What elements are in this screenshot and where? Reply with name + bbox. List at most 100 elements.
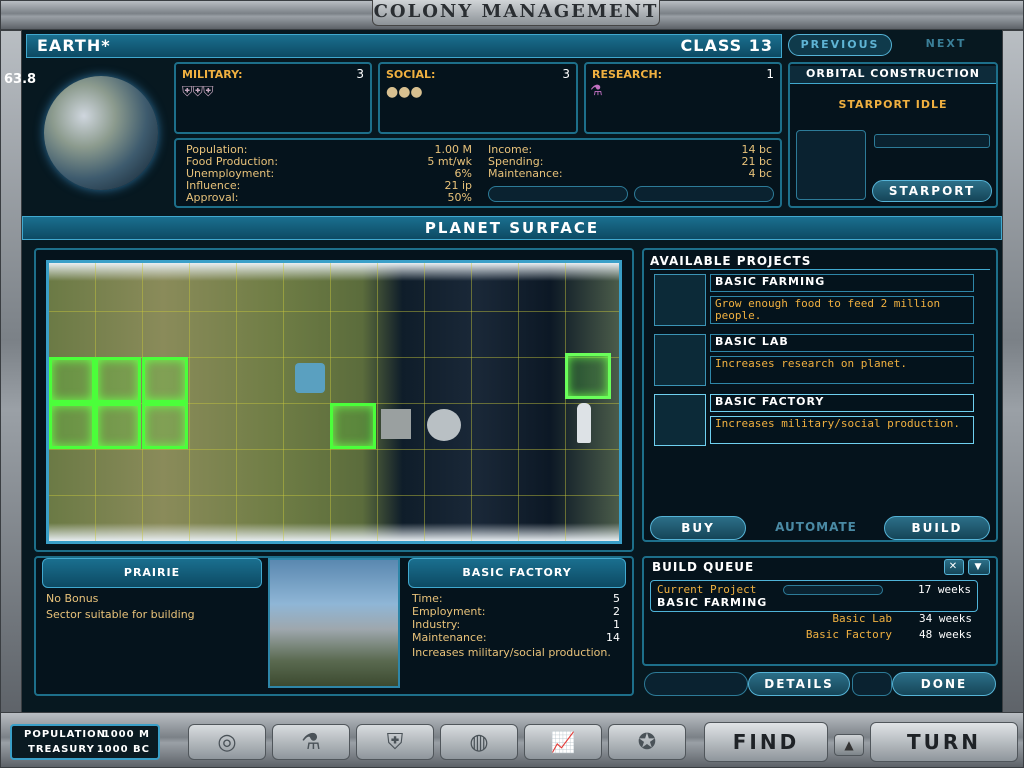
research-flask-icon[interactable]: ⚗ — [272, 724, 350, 760]
building-spire[interactable] — [577, 403, 591, 443]
map-tile-highlight[interactable] — [142, 403, 188, 449]
government-icon[interactable]: ⛨ — [356, 724, 434, 760]
maintenance-label: Maintenance: — [488, 167, 563, 180]
orbital-panel: Orbital Construction Starport Idle Starp… — [788, 62, 998, 208]
current-progress — [783, 585, 883, 595]
current-name: Basic Farming — [657, 596, 768, 609]
grid-line — [471, 263, 472, 541]
galaxy-icon[interactable]: ◎ — [188, 724, 266, 760]
automate-button[interactable]: Automate — [752, 516, 880, 540]
details-button[interactable]: Details — [748, 672, 850, 696]
fps-counter: 63.8 — [4, 72, 37, 87]
map-tile-highlight[interactable] — [49, 403, 95, 449]
grid-line — [283, 263, 284, 541]
detail-label: Industry: — [412, 618, 461, 631]
previous-button[interactable]: Previous — [788, 34, 892, 56]
approval-value: 50% — [447, 191, 472, 204]
building-lab[interactable] — [381, 409, 411, 439]
building-colony[interactable] — [427, 409, 461, 441]
detail-value: 14 — [606, 631, 620, 644]
detail-label: Maintenance: — [412, 631, 487, 644]
polar-cap — [49, 523, 619, 541]
lab-icon — [654, 334, 706, 386]
map-tile-highlight[interactable] — [49, 357, 95, 403]
grid-line — [236, 263, 237, 541]
treasury-summary-label: Treasury — [28, 744, 95, 755]
detail-value: 1 — [613, 618, 620, 631]
detail-desc: Increases military/social production. — [412, 646, 611, 659]
grid-line — [424, 263, 425, 541]
map-tile-highlight[interactable] — [142, 357, 188, 403]
details-spacer — [852, 672, 892, 696]
planet-name: Earth* — [37, 36, 111, 55]
shield-icon: ⛨⛨⛨ — [182, 84, 214, 100]
research-value: 1 — [766, 67, 774, 81]
slider-track-right[interactable] — [634, 186, 774, 202]
surface-map[interactable] — [46, 260, 622, 544]
project-name: Basic Factory — [710, 394, 974, 412]
economy-right: Income: 14 bc Spending: 21 bc Maintenance:… — [488, 144, 772, 180]
social-value: 3 — [562, 67, 570, 81]
project-item[interactable]: Basic Lab Increases research on planet. — [654, 334, 976, 388]
planet-title-bar: Earth* Class 13 — [26, 34, 782, 58]
next-button[interactable]: Next — [896, 34, 996, 56]
social-label: Social: — [386, 68, 436, 81]
polar-cap — [49, 263, 619, 281]
move-down-icon[interactable]: ▼ — [968, 559, 990, 575]
queue-item-name[interactable]: Basic Factory — [760, 628, 892, 641]
detail-label: Employment: — [412, 605, 486, 618]
window-title: Colony Management — [372, 0, 660, 26]
building-preview-image — [268, 558, 400, 688]
planets-icon[interactable]: ◍ — [440, 724, 518, 760]
grid-line — [49, 495, 619, 496]
detail-row: Maintenance: 14 — [412, 631, 620, 644]
diplomacy-icon[interactable]: ✪ — [608, 724, 686, 760]
current-time: 17 weeks — [918, 583, 971, 596]
factory-icon — [654, 394, 706, 446]
military-value: 3 — [356, 67, 364, 81]
detail-row: Employment: 2 — [412, 605, 620, 618]
planet-globe — [44, 76, 158, 190]
queue-item-time: 48 weeks — [919, 628, 972, 641]
economy-row: Approval: 50% — [186, 192, 472, 204]
map-tile-highlight[interactable] — [95, 403, 141, 449]
turn-button[interactable]: Turn — [870, 722, 1018, 762]
project-item[interactable]: Basic Factory Increases military/social … — [654, 394, 976, 448]
orbital-progress — [874, 134, 990, 148]
project-item[interactable]: Basic Farming Grow enough food to feed 2… — [654, 274, 976, 328]
detail-value: 2 — [613, 605, 620, 618]
project-desc: Increases research on planet. — [710, 356, 974, 384]
map-panel — [34, 248, 634, 552]
detail-row: Time: 5 — [412, 592, 620, 605]
slider-track-left[interactable] — [488, 186, 628, 202]
queue-title: Build Queue — [652, 560, 755, 574]
detail-label: Time: — [412, 592, 443, 605]
orbital-status: Starport Idle — [838, 98, 948, 111]
queue-item-time: 34 weeks — [919, 612, 972, 625]
map-tile-highlight[interactable] — [330, 403, 376, 449]
starport-button[interactable]: Starport — [872, 180, 992, 202]
build-button[interactable]: Build — [884, 516, 990, 540]
details-left-cap — [644, 672, 748, 696]
map-tile-highlight[interactable] — [95, 357, 141, 403]
research-flask-icon: ⚗ — [590, 83, 603, 99]
current-project[interactable]: Current Project 17 weeks Basic Farming — [650, 580, 978, 612]
project-desc: Increases military/social production. — [710, 416, 974, 444]
current-label: Current Project — [657, 583, 757, 596]
chevron-up-icon[interactable]: ▲ — [834, 734, 864, 756]
selected-title: Basic Factory — [408, 558, 626, 588]
empire-summary: Population 1000 M Treasury 1000 bc — [10, 724, 160, 760]
done-button[interactable]: Done — [892, 672, 996, 696]
remove-icon[interactable]: ✕ — [944, 559, 964, 575]
graph-icon[interactable]: 📈 — [524, 724, 602, 760]
queue-item-name[interactable]: Basic Lab — [780, 612, 892, 625]
map-tile-highlight[interactable] — [565, 353, 611, 399]
find-button[interactable]: Find — [704, 722, 828, 762]
buy-button[interactable]: Buy — [650, 516, 746, 540]
building-farm[interactable] — [295, 363, 325, 393]
population-summary-value: 1000 M — [102, 729, 150, 740]
right-frame — [1002, 30, 1024, 720]
treasury-summary-value: 1000 bc — [96, 744, 150, 755]
left-frame — [0, 30, 22, 720]
grid-line — [49, 449, 619, 450]
